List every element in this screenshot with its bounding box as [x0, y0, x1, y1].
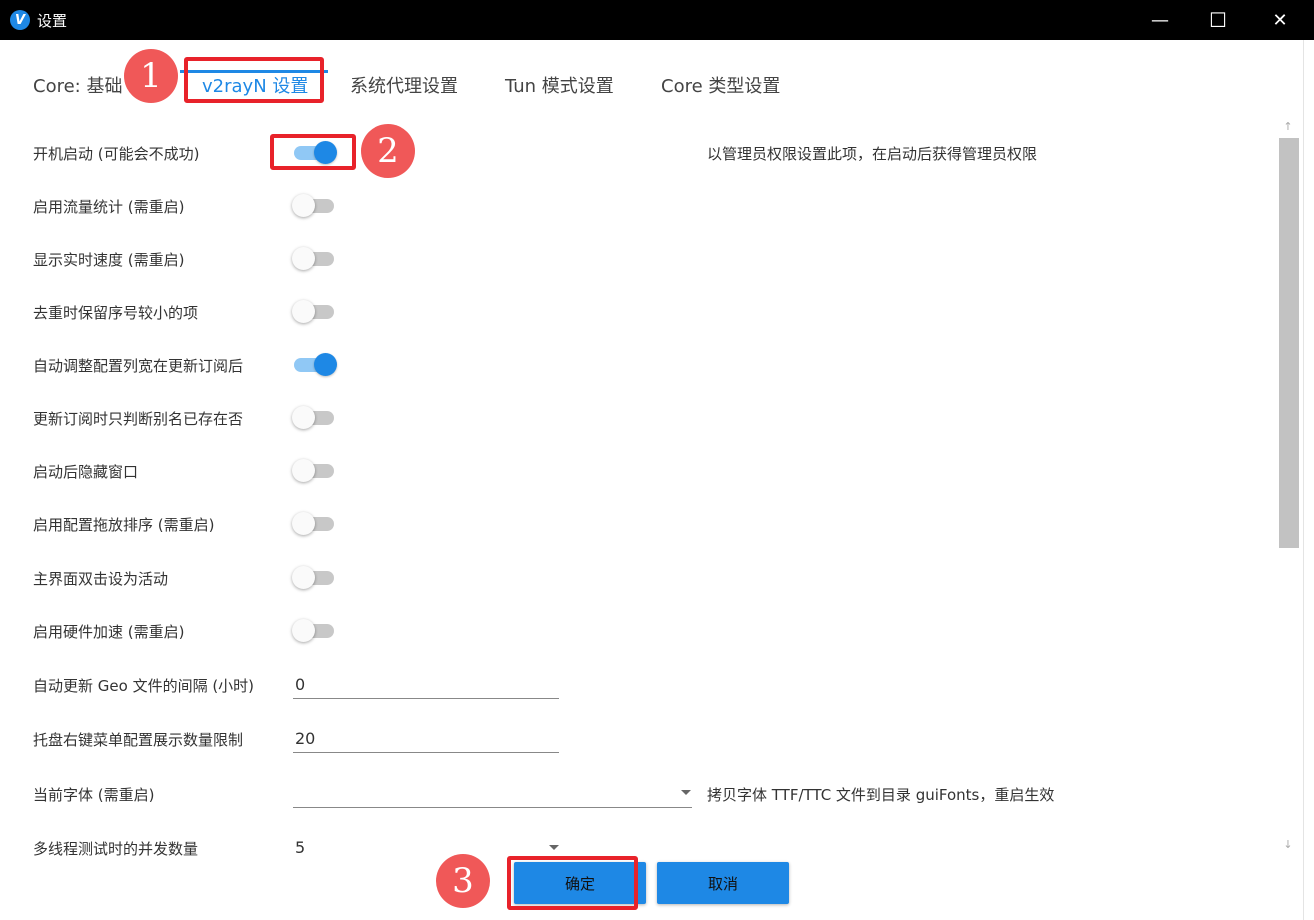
- annotation-highlight-toggle: [270, 134, 356, 170]
- tray-limit-label: 托盘右键菜单配置展示数量限制: [33, 731, 244, 749]
- hide-window-toggle[interactable]: [292, 459, 334, 482]
- font-select[interactable]: [293, 780, 692, 808]
- chevron-down-icon: [549, 845, 559, 850]
- drag-sort-toggle[interactable]: [292, 512, 334, 535]
- realtime-speed-label: 显示实时速度 (需重启): [33, 251, 185, 269]
- traffic-stats-toggle[interactable]: [292, 194, 334, 217]
- maximize-icon: ☐: [1209, 8, 1227, 32]
- annotation-highlight-ok: [507, 856, 638, 910]
- autostart-label: 开机启动 (可能会不成功): [33, 145, 200, 163]
- geo-interval-label: 自动更新 Geo 文件的间隔 (小时): [33, 677, 255, 695]
- toggle-knob: [292, 566, 315, 589]
- geo-interval-input[interactable]: 0: [293, 671, 559, 699]
- tab-core-basic[interactable]: Core: 基础: [33, 72, 122, 98]
- close-icon: ✕: [1272, 9, 1288, 31]
- drag-sort-label: 启用配置拖放排序 (需重启): [33, 516, 215, 534]
- auto-column-width-toggle[interactable]: [294, 353, 337, 376]
- toggle-knob: [292, 406, 315, 429]
- realtime-speed-toggle[interactable]: [292, 247, 334, 270]
- annotation-highlight-tab: [184, 57, 324, 103]
- dedup-keep-smaller-toggle[interactable]: [292, 300, 334, 323]
- hardware-accel-label: 启用硬件加速 (需重启): [33, 623, 185, 641]
- double-click-active-label: 主界面双击设为活动: [33, 570, 169, 588]
- toggle-knob: [292, 300, 315, 323]
- close-button[interactable]: ✕: [1252, 0, 1308, 40]
- toggle-knob: [292, 619, 315, 642]
- maximize-button[interactable]: ☐: [1190, 0, 1246, 40]
- sub-alias-check-toggle[interactable]: [292, 406, 334, 429]
- tab-system-proxy[interactable]: 系统代理设置: [350, 72, 458, 98]
- chevron-down-icon: [681, 790, 691, 795]
- toggle-knob: [292, 247, 315, 270]
- annotation-step-1: 1: [124, 49, 178, 103]
- font-label: 当前字体 (需重启): [33, 786, 155, 804]
- toggle-knob: [292, 459, 315, 482]
- window-right-border: [1303, 40, 1314, 920]
- hide-window-label: 启动后隐藏窗口: [33, 463, 139, 481]
- scroll-down-icon[interactable]: ↓: [1281, 838, 1295, 852]
- concurrency-label: 多线程测试时的并发数量: [33, 840, 199, 858]
- tray-limit-input[interactable]: 20: [293, 725, 559, 753]
- cancel-button[interactable]: 取消: [657, 862, 789, 904]
- sub-alias-check-label: 更新订阅时只判断别名已存在否: [33, 410, 244, 428]
- tab-core-type[interactable]: Core 类型设置: [661, 72, 780, 98]
- tab-tun-mode[interactable]: Tun 模式设置: [505, 72, 614, 98]
- annotation-step-3: 3: [436, 854, 490, 908]
- scroll-up-icon[interactable]: ↑: [1281, 120, 1295, 134]
- title-bar: V 设置 — ☐ ✕: [0, 0, 1314, 40]
- toggle-knob: [314, 353, 337, 376]
- minimize-icon: —: [1151, 9, 1169, 31]
- toggle-knob: [292, 194, 315, 217]
- annotation-step-2: 2: [361, 124, 415, 178]
- scrollbar-thumb[interactable]: [1279, 138, 1299, 548]
- dedup-keep-smaller-label: 去重时保留序号较小的项: [33, 304, 199, 322]
- toggle-knob: [292, 512, 315, 535]
- traffic-stats-label: 启用流量统计 (需重启): [33, 198, 185, 216]
- window-title: 设置: [37, 11, 68, 30]
- auto-column-width-label: 自动调整配置列宽在更新订阅后: [33, 357, 244, 375]
- autostart-hint: 以管理员权限设置此项，在启动后获得管理员权限: [707, 145, 1038, 163]
- hardware-accel-toggle[interactable]: [292, 619, 334, 642]
- app-logo-icon: V: [10, 10, 30, 30]
- font-hint: 拷贝字体 TTF/TTC 文件到目录 guiFonts，重启生效: [707, 786, 1055, 804]
- minimize-button[interactable]: —: [1132, 0, 1188, 40]
- double-click-active-toggle[interactable]: [292, 566, 334, 589]
